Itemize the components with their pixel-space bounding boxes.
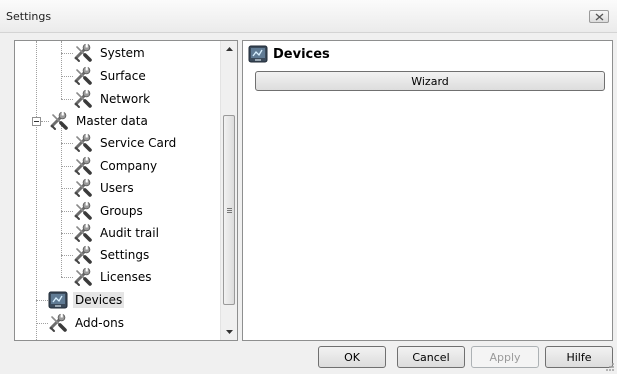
tree-connector [61,255,73,256]
tree-connector [36,323,48,324]
tree-item-surface[interactable]: Surface [73,65,148,87]
window-title: Settings [6,10,52,23]
tree-item-label: Settings [100,248,150,262]
collapse-master-data-toggle[interactable] [32,117,41,126]
tree-item-system[interactable]: System [73,42,147,64]
content-title: Devices [273,46,330,62]
tree-item-audit-trail[interactable]: Audit trail [73,222,161,244]
close-button[interactable] [589,10,609,23]
tree-item-licenses[interactable]: Licenses [73,266,154,288]
tree-item-label: Service Card [100,136,177,150]
tree-item-add-ons[interactable]: Add-ons [48,312,126,334]
tree-scrollbar[interactable] [220,41,237,340]
tree-connector [36,41,37,117]
triangle-down-icon [226,330,233,334]
tree-connector [61,233,73,234]
tools-icon [74,223,92,243]
tree-item-master-data[interactable]: Master data [49,110,150,132]
scroll-up-button[interactable] [221,41,237,58]
tree-item-label: Master data [76,114,148,128]
tools-icon [74,267,92,287]
cancel-button[interactable]: Cancel [397,346,465,368]
resize-grip-icon[interactable] [605,362,615,372]
settings-tree[interactable]: System Surface Network Master data Servi… [14,40,238,341]
tree-item-label: Licenses [100,270,152,284]
tree-item-label: Devices [73,292,125,308]
close-icon [595,13,604,21]
tree-connector [36,300,48,301]
tree-connector [61,188,73,189]
content-panel: Devices Wizard [242,40,613,341]
apply-button[interactable]: Apply [471,346,539,368]
tree-connector [61,41,62,99]
tree-connector [41,121,49,122]
tree-connector [61,99,73,100]
tree-item-groups[interactable]: Groups [73,200,145,222]
tree-item-devices[interactable]: Devices [48,289,125,311]
tools-icon [74,245,92,265]
tree-item-service-card[interactable]: Service Card [73,132,178,154]
tools-icon [74,156,92,176]
tools-icon [74,89,92,109]
tree-item-label: Add-ons [75,316,124,330]
tree-item-label: Users [100,181,134,195]
tools-icon [74,66,92,86]
triangle-up-icon [226,47,233,51]
tree-connector [61,277,73,278]
tree-item-label: Surface [100,69,146,83]
tree-item-users[interactable]: Users [73,177,136,199]
scroll-thumb[interactable] [223,115,235,305]
content-header: Devices [248,44,330,64]
tree-item-label: Groups [100,204,143,218]
title-bar: Settings [0,0,617,33]
tree-connector [61,166,73,167]
wizard-button[interactable]: Wizard [255,71,605,91]
tree-item-settings[interactable]: Settings [73,244,151,266]
tools-icon [49,313,67,333]
devices-icon [248,45,268,63]
scroll-down-button[interactable] [221,323,237,340]
tree-connector [36,123,37,340]
tree-connector [61,76,73,77]
devices-icon [48,291,68,309]
tools-icon [50,111,68,131]
tree-item-label: Audit trail [100,226,159,240]
tools-icon [74,43,92,63]
tree-item-label: Network [100,92,151,106]
tree-connector [61,143,73,144]
tree-item-network[interactable]: Network [73,88,152,110]
tree-item-label: Company [100,159,158,173]
ok-button[interactable]: OK [318,346,386,368]
tree-item-label: System [100,46,145,60]
tree-connector [61,211,73,212]
tools-icon [74,178,92,198]
tree-connector [61,53,73,54]
help-button[interactable]: Hilfe [545,346,613,368]
tools-icon [74,201,92,221]
tree-item-company[interactable]: Company [73,155,159,177]
tools-icon [74,133,92,153]
